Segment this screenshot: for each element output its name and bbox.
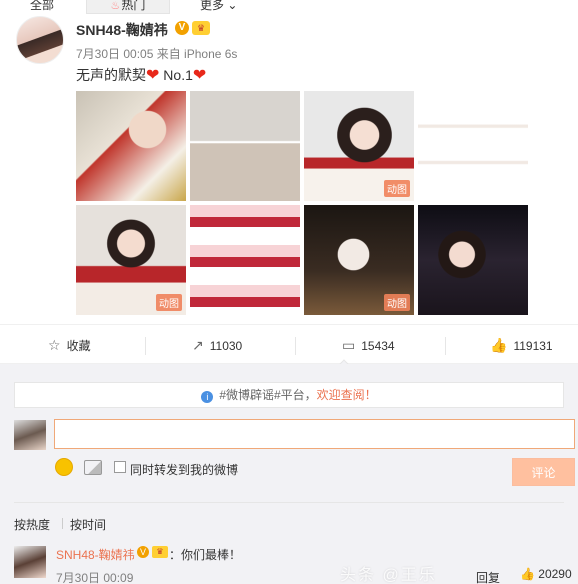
photo-5[interactable]: 动图: [76, 205, 186, 315]
my-avatar: [14, 420, 46, 450]
heart-icon: ❤: [192, 67, 207, 84]
author-name[interactable]: SNH48-鞠婧祎: [76, 20, 168, 40]
like-button[interactable]: 👍 119131: [490, 325, 553, 365]
post-text-main: 无声的默契: [76, 67, 146, 83]
comment-avatar[interactable]: [14, 546, 46, 578]
reply-button[interactable]: 回复: [476, 569, 500, 584]
comment-count: 15434: [361, 339, 395, 353]
tab-more-label: 更多: [200, 0, 225, 12]
crown-badge-icon: ♛: [152, 546, 168, 558]
post-meta: 7月30日 00:05 来自 iPhone 6s: [76, 47, 238, 61]
info-icon: i: [201, 391, 214, 403]
comment-text: ：你们最棒！: [169, 548, 242, 562]
comment-user[interactable]: SNH48-鞠婧祎: [56, 546, 135, 563]
verified-icon: V: [175, 21, 189, 35]
repost-count: 11030: [209, 339, 243, 353]
tab-more[interactable]: 更多 ⌄: [200, 0, 237, 13]
notice-prefix: #微博辟谣#平台，: [219, 388, 317, 402]
favorite-button[interactable]: ☆ 收藏: [48, 325, 91, 365]
chevron-down-icon: ⌄: [227, 0, 238, 12]
divider: [62, 518, 63, 529]
like-count: 119131: [513, 339, 553, 353]
tab-hot-label: 热门: [121, 0, 146, 12]
watermark: 头条 @王乐: [340, 567, 437, 584]
heart-icon: ❤: [146, 67, 160, 84]
top-tab-bar: 全部 ♨热门 更多 ⌄: [0, 0, 578, 14]
star-icon: ☆: [48, 337, 61, 353]
emoji-icon[interactable]: [55, 458, 73, 476]
photo-8[interactable]: [418, 205, 528, 315]
photo-6[interactable]: [190, 205, 300, 315]
gif-badge: 动图: [384, 180, 410, 197]
repost-checkbox[interactable]: [114, 461, 126, 473]
repost-checkbox-label: 同时转发到我的微博: [130, 463, 239, 477]
comment-submit-button[interactable]: 评论: [512, 458, 575, 486]
comment-input[interactable]: [54, 419, 575, 449]
post-text: 无声的默契❤ No.1❤: [76, 65, 206, 85]
thumbs-up-icon: 👍: [520, 567, 539, 581]
image-icon[interactable]: [84, 460, 102, 475]
divider: [295, 337, 296, 355]
gif-badge: 动图: [384, 294, 410, 311]
sort-by-hot[interactable]: 按热度: [14, 516, 50, 533]
tab-all[interactable]: 全部: [30, 0, 54, 13]
action-bar: ☆ 收藏 ↗ 11030 ▭ 15434 👍 119131: [0, 324, 578, 371]
notice-link[interactable]: 欢迎查阅！: [317, 388, 377, 402]
tab-hot[interactable]: ♨热门: [86, 0, 170, 14]
thumbs-up-icon: 👍: [490, 337, 508, 353]
divider: [145, 337, 146, 355]
rumor-notice[interactable]: i #微博辟谣#平台，欢迎查阅！: [14, 382, 564, 408]
photo-1[interactable]: [76, 91, 186, 201]
repost-button[interactable]: ↗ 11030: [192, 325, 242, 365]
comment-button[interactable]: ▭ 15434: [342, 325, 395, 365]
photo-7[interactable]: 动图: [304, 205, 414, 315]
flame-icon: ♨: [110, 0, 121, 12]
comment-time: 7月30日 00:09: [56, 571, 134, 584]
repost-icon: ↗: [192, 337, 204, 353]
divider: [14, 502, 564, 503]
comment-like-button[interactable]: 👍 20290: [520, 567, 572, 581]
divider: [445, 337, 446, 355]
photo-3[interactable]: 动图: [304, 91, 414, 201]
author-avatar[interactable]: [16, 16, 64, 64]
comment-panel: i #微博辟谣#平台，欢迎查阅！ 同时转发到我的微博 评论 按热度 按时间 SNH…: [0, 364, 578, 584]
gif-badge: 动图: [156, 294, 182, 311]
post-text-tail: No.1: [159, 67, 193, 83]
photo-2[interactable]: [190, 91, 300, 201]
photo-4[interactable]: [418, 91, 528, 201]
verified-icon: V: [137, 546, 149, 558]
sort-by-time[interactable]: 按时间: [70, 516, 106, 533]
favorite-label: 收藏: [66, 339, 91, 353]
comment-like-count: 20290: [538, 567, 572, 581]
crown-badge-icon: ♛: [192, 21, 210, 35]
photo-grid: 动图 动图 动图: [76, 91, 528, 315]
